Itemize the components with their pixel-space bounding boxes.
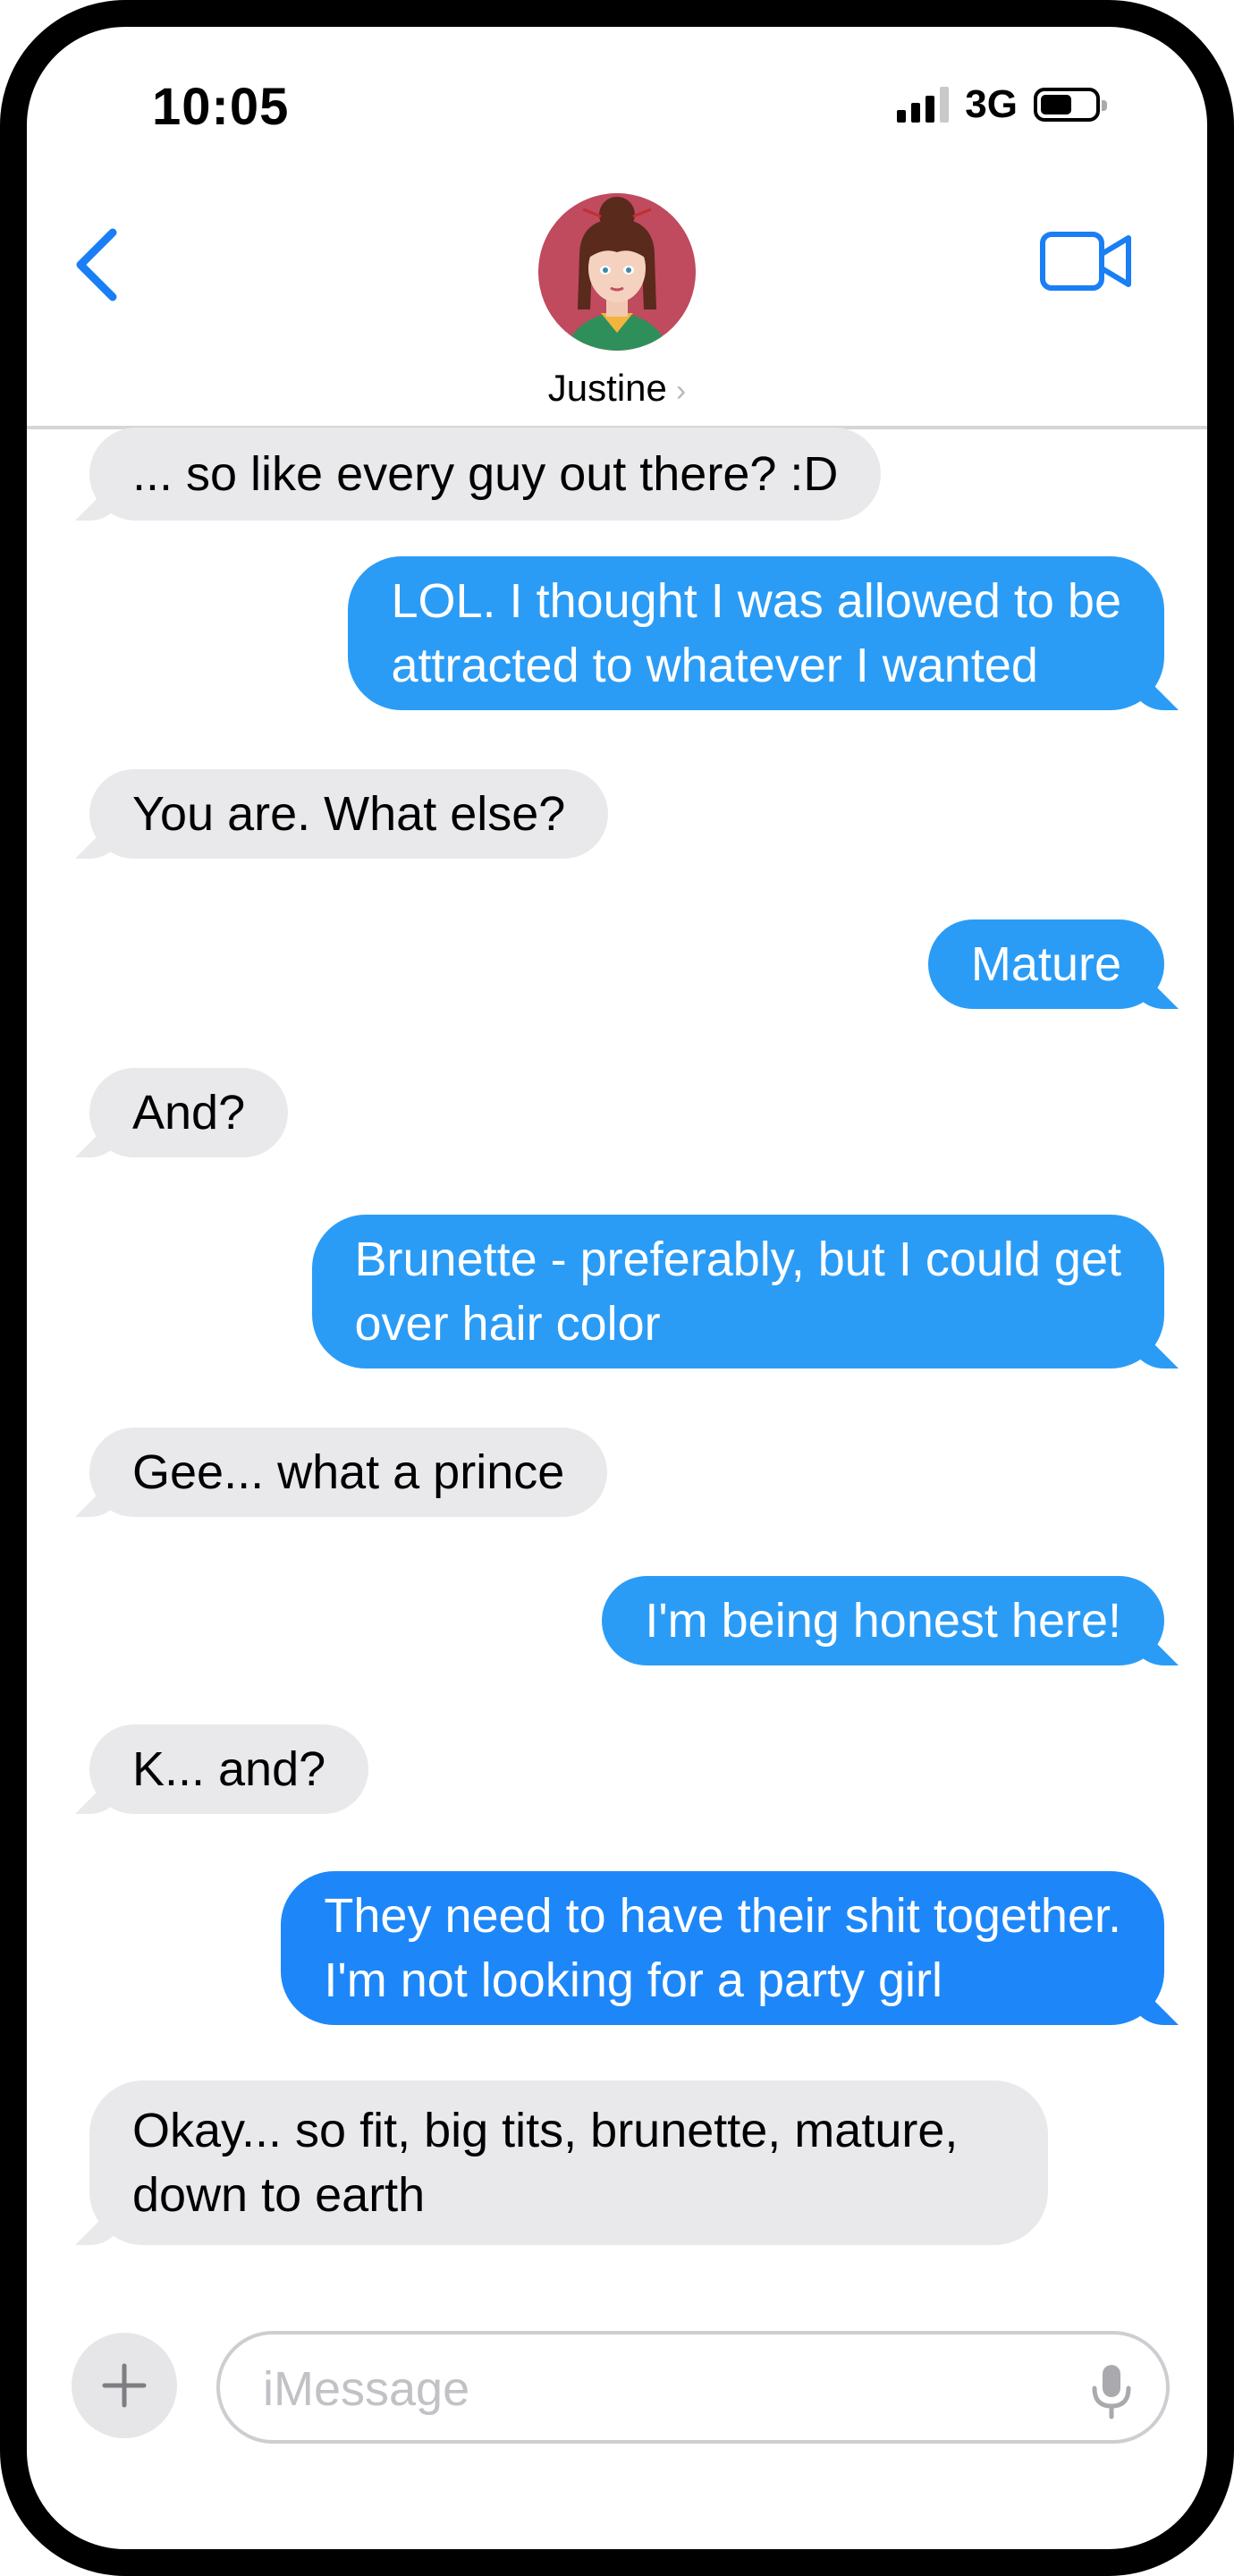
battery-icon (1034, 88, 1107, 122)
message-bubble-outgoing: Mature (927, 919, 1164, 1009)
message-text: down to earth (132, 2168, 426, 2222)
signal-icon (897, 87, 950, 123)
message-text: attracted to whatever I wanted (391, 639, 1038, 692)
plus-button[interactable] (72, 2333, 177, 2438)
network-type: 3G (965, 82, 1018, 126)
back-chevron-icon[interactable] (63, 215, 134, 313)
message-text: Brunette - preferably, but I could get (354, 1233, 1122, 1286)
message-text: And? (132, 1086, 246, 1140)
message-text: I'm not looking for a party girl (324, 1953, 943, 2007)
microphone-icon[interactable] (1089, 2361, 1134, 2420)
message-text: They need to have their shit together. (324, 1889, 1121, 1943)
message-text: LOL. I thought I was allowed to be (391, 574, 1121, 628)
message-bubble-outgoing: They need to have their shit together. I… (281, 1871, 1164, 2025)
message-text: You are. What else? (132, 787, 566, 841)
video-camera-icon[interactable] (1037, 225, 1136, 297)
contact-name: Justine (547, 367, 667, 409)
message-bubble-incoming: K... and? (89, 1724, 369, 1814)
message-bubble-incoming: Okay... so fit, big tits, brunette, matu… (89, 2080, 1048, 2245)
message-bubble-outgoing: I'm being honest here! (602, 1576, 1164, 1665)
message-text: ... so like every guy out there? :D (132, 447, 839, 501)
message-bubble-incoming: And? (89, 1068, 289, 1157)
contact-name-button[interactable]: Justine › (27, 367, 1207, 410)
contact-avatar[interactable] (538, 193, 696, 351)
message-text: Okay... so fit, big tits, brunette, matu… (132, 2104, 959, 2157)
status-time: 10:05 (152, 78, 290, 136)
message-bubble-incoming: Gee... what a prince (89, 1428, 608, 1517)
message-bubble-outgoing: LOL. I thought I was allowed to be attra… (348, 556, 1164, 710)
screen: 10:05 3G Justine › ... so like every guy… (27, 27, 1207, 2549)
message-text: over hair color (354, 1297, 661, 1351)
status-indicators: 3G (897, 82, 1107, 127)
message-text: Mature (970, 937, 1121, 991)
message-text: I'm being honest here! (645, 1594, 1121, 1648)
chevron-right-icon: › (675, 374, 687, 408)
message-text: Gee... what a prince (132, 1445, 565, 1499)
plus-icon (102, 2363, 147, 2408)
message-bubble-outgoing: Brunette - preferably, but I could get o… (311, 1215, 1164, 1368)
message-bubble-incoming: ... so like every guy out there? :D (89, 428, 882, 521)
message-bubble-incoming: You are. What else? (89, 769, 609, 859)
message-input[interactable] (261, 2354, 1034, 2424)
phone-frame: 10:05 3G Justine › ... so like every guy… (0, 0, 1234, 2576)
message-input-container[interactable] (216, 2331, 1170, 2444)
message-text: K... and? (132, 1742, 326, 1796)
